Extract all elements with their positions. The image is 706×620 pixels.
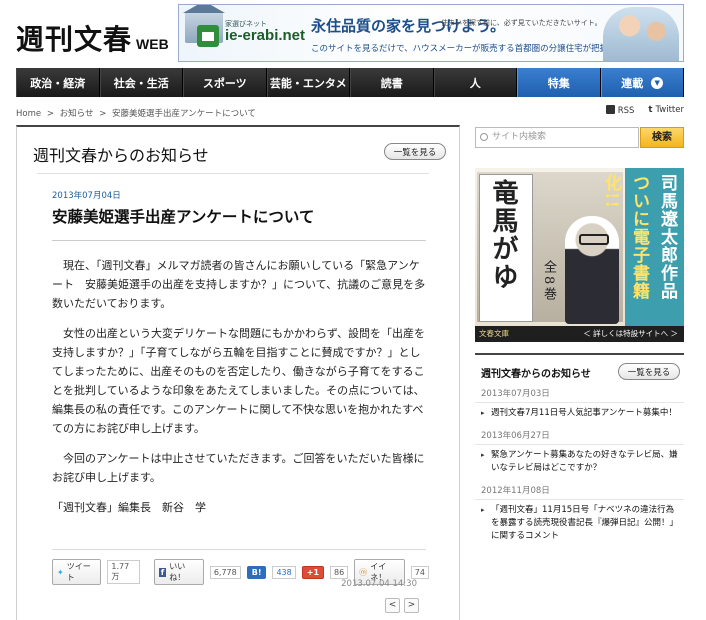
breadcrumb-current: 安藤美姫選手出産アンケートについて	[112, 109, 256, 119]
section-title: 週刊文春からのお知らせ	[33, 146, 209, 165]
gplus-count: 86	[330, 565, 349, 579]
breadcrumb-notice[interactable]: お知らせ	[60, 109, 94, 119]
search-placeholder: サイト内検索	[492, 132, 547, 142]
nav-item-people[interactable]: 人	[433, 68, 517, 97]
news-date: 2013年07月03日	[475, 385, 684, 403]
google-plus-button[interactable]: +1	[301, 565, 325, 579]
nav-label: スポーツ	[202, 76, 247, 90]
news-date: 2013年06月27日	[475, 427, 684, 445]
breadcrumb-separator: >	[46, 109, 54, 119]
iine-count: 74	[410, 565, 429, 579]
search-input[interactable]: サイト内検索	[475, 127, 639, 148]
ad-headline-line1: 司馬遼太郎作品	[657, 174, 677, 300]
article-paragraph: 女性の出産という大変デリケートな問題にもかかわらず、設問を「出産を支持しますか？…	[52, 327, 426, 435]
site-logo[interactable]: 週刊文春 WEB	[16, 18, 169, 58]
twitter-bird-icon: ✦	[57, 567, 64, 577]
chevron-down-icon: ▼	[651, 76, 664, 89]
logo-main-text: 週刊文春	[16, 23, 133, 56]
breadcrumb-separator: >	[99, 109, 107, 119]
facebook-icon: f	[158, 567, 167, 577]
hatena-count: 438	[272, 565, 296, 579]
nav-item-entertainment[interactable]: 芸能・エンタメ	[266, 68, 350, 97]
nav-item-series[interactable]: 連載 ▼	[600, 68, 684, 97]
article-signature: 「週刊文春」編集長 新谷 学	[52, 501, 206, 514]
tweet-button[interactable]: ✦ ツイート	[52, 559, 102, 585]
twitter-link[interactable]: t Twitter	[648, 105, 684, 116]
twitter-label: Twitter	[655, 105, 685, 115]
rss-icon	[605, 105, 615, 114]
nav-item-politics-economy[interactable]: 政治・経済	[16, 68, 100, 97]
article-timestamp: 2013.07.04 14:30	[341, 579, 417, 589]
ad-more-link[interactable]: ＜ 詳しくは特設サイトへ ＞	[583, 329, 678, 338]
hatena-bookmark-button[interactable]: B!	[246, 565, 267, 579]
nav-label: 連載	[621, 76, 644, 90]
ad-footer: 文春文庫 ＜ 詳しくは特設サイトへ ＞	[475, 326, 684, 342]
tweet-count: 1.77万	[107, 560, 140, 584]
ie-erabi-logo-icon	[197, 25, 219, 47]
article-body: 現在、「週刊文春」メルマガ読者の皆さんにお願いしている「緊急アンケート 安藤美姫…	[52, 256, 426, 528]
search-button[interactable]: 検索	[640, 127, 684, 148]
logo-web-text: WEB	[136, 36, 169, 52]
divider	[52, 240, 426, 241]
tweet-label: ツイート	[66, 562, 91, 582]
article: 2013年07月04日 安藤美姫選手出産アンケートについて 現在、「週刊文春」メ…	[37, 173, 429, 613]
ad-publisher: 文春文庫	[479, 329, 509, 338]
banner-subtext: 住まいを探す前に、必ず見ていただきたいサイト。	[441, 19, 602, 27]
nav-label: 特集	[547, 76, 570, 90]
nav-item-features[interactable]: 特集	[517, 68, 601, 97]
nav-item-books[interactable]: 読書	[350, 68, 434, 97]
author-photo	[565, 216, 619, 324]
nav-label: 読書	[380, 76, 403, 90]
sidebar-view-list-button[interactable]: 一覧を見る	[618, 363, 680, 380]
ad-book-title: 竜馬がゆく	[475, 174, 533, 322]
hatena-label: B!	[251, 567, 262, 577]
nav-item-sports[interactable]: スポーツ	[183, 68, 267, 97]
rss-link[interactable]: RSS	[605, 105, 635, 116]
main-content: 週刊文春からのお知らせ 一覧を見る 2013年07月04日 安藤美姫選手出産アン…	[16, 125, 460, 620]
main-navigation: 政治・経済 社会・生活 スポーツ 芸能・エンタメ 読書 人 特集 連載 ▼	[16, 68, 684, 97]
news-link[interactable]: 週刊文春7月11日号人気記事アンケート募集中！	[475, 403, 684, 426]
article-headline: 安藤美姫選手出産アンケートについて	[52, 208, 315, 226]
prev-article-button[interactable]: <	[385, 598, 400, 613]
like-count: 6,778	[209, 565, 241, 579]
nav-item-society-life[interactable]: 社会・生活	[99, 68, 183, 97]
like-label: いいね！	[169, 562, 186, 582]
article-pager: < >	[385, 598, 419, 613]
view-list-button[interactable]: 一覧を見る	[384, 143, 446, 160]
ad-volumes: 全8巻	[541, 260, 556, 304]
divider	[52, 549, 426, 550]
header-banner-ad[interactable]: 家選びネット ie-erabi.net 永住品質の家を見つけよう。 住まいを探す…	[178, 4, 684, 62]
next-article-button[interactable]: >	[404, 598, 419, 613]
news-link[interactable]: 緊急アンケート募集あなたの好きなテレビ局、嫌いなテレビ局はどこですか？	[475, 445, 684, 481]
facebook-like-button[interactable]: f いいね！	[153, 559, 204, 585]
twitter-icon: t	[648, 105, 653, 115]
social-links: RSS t Twitter	[605, 105, 684, 116]
nav-label: 社会・生活	[113, 76, 169, 90]
news-date: 2012年11月08日	[475, 482, 684, 500]
nav-label: 政治・経済	[30, 76, 86, 90]
banner-description: このサイトを見るだけで、ハウスメーカーが販売する首都圏の分譲住宅が把握できる！	[311, 44, 642, 54]
sidebar-news-box: 週刊文春からのお知らせ 一覧を見る 2013年07月03日 週刊文春7月11日号…	[475, 353, 684, 620]
breadcrumb-home[interactable]: Home	[16, 109, 41, 119]
mixi-icon: ⓜ	[359, 567, 368, 577]
nav-label: 芸能・エンタメ	[269, 76, 347, 90]
rss-label: RSS	[617, 106, 635, 116]
page: 週刊文春 WEB 家選びネット ie-erabi.net 永住品質の家を見つけよ…	[0, 0, 706, 620]
news-link[interactable]: 「週刊文春」11月15日号「ナベツネの違法行為を暴露する読売現役書記長『爆弾日記…	[475, 500, 684, 549]
breadcrumb: Home > お知らせ > 安藤美姫選手出産アンケートについて	[16, 107, 259, 119]
sidebar-ad-ryoma[interactable]: 竜馬がゆく 全8巻 司馬遼太郎作品 ついに電子書籍化!! 文春文庫 ＜ 詳しくは…	[475, 168, 684, 342]
nav-label: 人	[469, 76, 481, 90]
banner-brand: ie-erabi.net	[225, 27, 306, 44]
family-photo	[603, 7, 679, 61]
ad-headline: 司馬遼太郎作品 ついに電子書籍化!!	[601, 168, 684, 328]
sidebar-news-title: 週刊文春からのお知らせ	[481, 369, 591, 380]
article-date: 2013年07月04日	[52, 191, 121, 201]
article-paragraph: 現在、「週刊文春」メルマガ読者の皆さんにお願いしている「緊急アンケート 安藤美姫…	[52, 259, 426, 310]
gplus-label: +1	[306, 567, 320, 577]
sidebar-news-list: 2013年07月03日 週刊文春7月11日号人気記事アンケート募集中！ 2013…	[475, 384, 684, 549]
article-paragraph: 今回のアンケートは中止させていただきます。ご回答をいただいた皆様にお詫び申し上げ…	[52, 452, 425, 484]
search-icon	[480, 133, 488, 141]
